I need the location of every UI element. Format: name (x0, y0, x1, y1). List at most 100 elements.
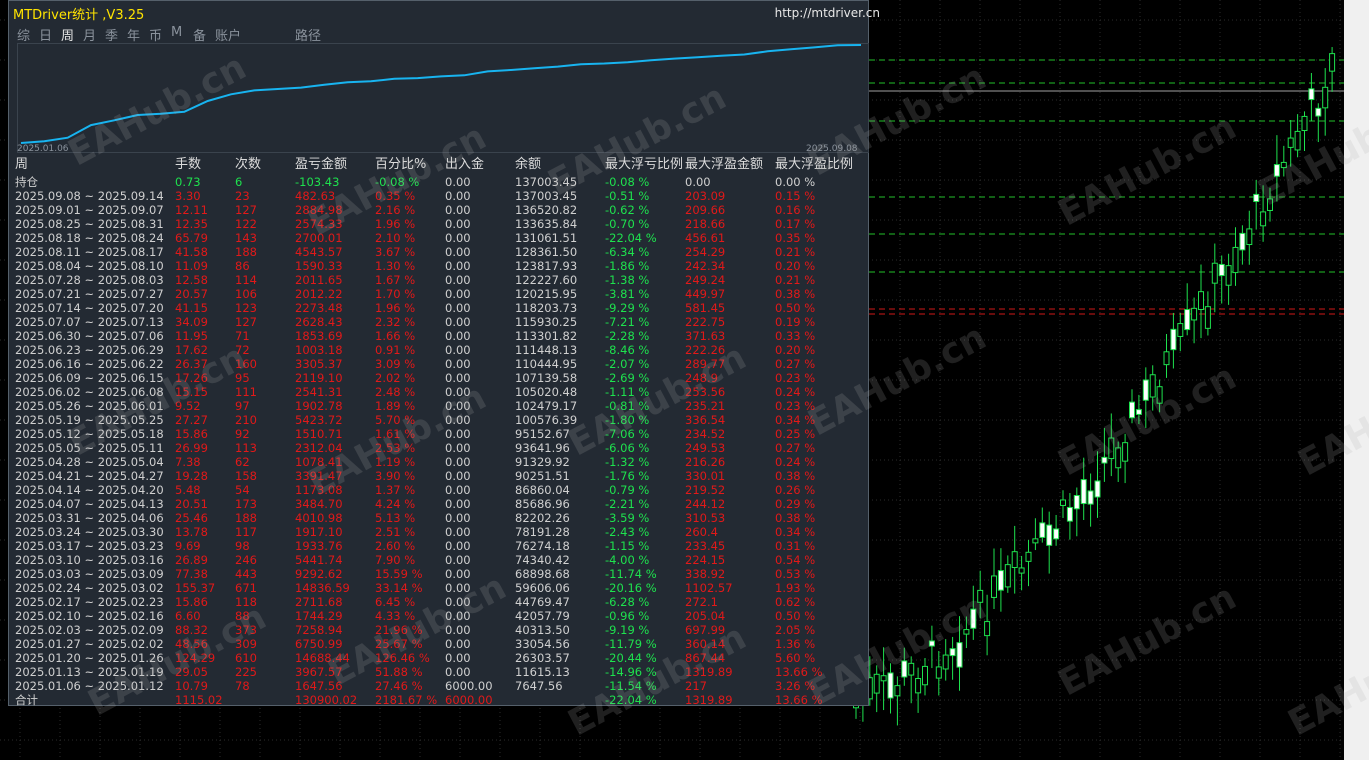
candle-body (1032, 538, 1039, 544)
table-cell: 0.23 % (775, 371, 816, 385)
candle-body (894, 685, 901, 697)
table-cell: 0.34 % (775, 413, 816, 427)
table-cell: 0.00 (445, 399, 471, 413)
table-cell: 249.53 (685, 441, 726, 455)
table-cell: 11615.13 (515, 665, 570, 679)
table-row: 2025.08.18 ~ 2025.08.24 65.79 143 2700.01 2.… (15, 231, 865, 245)
table-cell: 0.27 % (775, 357, 816, 371)
tab-10[interactable]: 路径 (295, 25, 321, 44)
candle-body (1135, 409, 1142, 415)
total-cell: 2181.67 % (375, 693, 438, 707)
table-cell: 222.75 (685, 315, 726, 329)
table-cell: 6000.00 (445, 679, 493, 693)
table-cell: 0.21 % (775, 245, 816, 259)
holding-cell: 6 (235, 175, 243, 189)
table-cell: 2025.06.23 ~ 2025.06.29 (15, 343, 164, 357)
table-cell: 2.51 % (375, 525, 416, 539)
table-cell: 1590.33 (295, 259, 343, 273)
tab-8[interactable]: 备 (193, 25, 206, 44)
candle-body (908, 662, 915, 676)
tab-7[interactable]: M (171, 25, 182, 40)
candle-body (1308, 88, 1315, 101)
candle-body (1108, 437, 1115, 460)
table-cell: 188 (235, 245, 257, 259)
table-cell: 29.05 (175, 665, 208, 679)
table-cell: 867.44 (685, 651, 726, 665)
total-row: 合计 1115.02 130900.02 2181.67 % 6000.00 -22.04… (15, 693, 865, 707)
holding-cell: -103.43 (295, 175, 340, 189)
tab-3[interactable]: 月 (83, 25, 96, 44)
table-cell: 0.00 (445, 203, 471, 217)
table-cell: 0.00 (445, 217, 471, 231)
table-cell: 88.32 (175, 623, 208, 637)
table-cell: 1510.71 (295, 427, 343, 441)
table-cell: 12.11 (175, 203, 208, 217)
table-row: 2025.06.09 ~ 2025.06.15 17.26 95 2119.10 2.0… (15, 371, 865, 385)
table-cell: 1744.29 (295, 609, 343, 623)
table-cell: -1.11 % (605, 385, 650, 399)
table-cell: 224.15 (685, 553, 726, 567)
table-cell: -20.44 % (605, 651, 657, 665)
table-cell: -9.29 % (605, 301, 650, 315)
tab-9[interactable]: 账户 (215, 25, 241, 44)
table-cell: -0.81 % (605, 399, 650, 413)
holding-cell: -0.08 % (605, 175, 650, 189)
table-cell: 85686.96 (515, 497, 570, 511)
tab-1[interactable]: 日 (39, 25, 52, 44)
table-cell: 7.38 (175, 455, 201, 469)
table-cell: 2025.07.14 ~ 2025.07.20 (15, 301, 164, 315)
table-cell: 1.96 % (375, 217, 416, 231)
table-cell: 0.00 (445, 469, 471, 483)
table-cell: 6750.99 (295, 637, 343, 651)
tab-0[interactable]: 综 (17, 25, 30, 44)
candle-body (1177, 323, 1184, 337)
table-cell: 235.21 (685, 399, 726, 413)
table-cell: 0.00 (445, 231, 471, 245)
table-cell: -3.81 % (605, 287, 650, 301)
candle-body (1273, 164, 1280, 177)
table-cell: 0.00 (445, 385, 471, 399)
table-row: 2025.06.02 ~ 2025.06.08 15.15 111 2541.31 2.… (15, 385, 865, 399)
table-row: 2025.03.31 ~ 2025.04.06 25.46 188 4010.98 5.… (15, 511, 865, 525)
column-header: 最大浮亏比例 (605, 157, 684, 172)
table-cell: 0.35 % (775, 231, 816, 245)
site-url-link[interactable]: http://mtdriver.cn (775, 6, 880, 20)
table-cell: 205.04 (685, 609, 726, 623)
table-cell: 0.00 (445, 427, 471, 441)
table-row: 2025.02.03 ~ 2025.02.09 88.32 373 7258.94 21… (15, 623, 865, 637)
table-cell: 1853.69 (295, 329, 343, 343)
table-cell: 3.67 % (375, 245, 416, 259)
table-cell: 7.90 % (375, 553, 416, 567)
tab-6[interactable]: 币 (149, 25, 162, 44)
table-cell: 2025.02.10 ~ 2025.02.16 (15, 609, 164, 623)
table-cell: 4.33 % (375, 609, 416, 623)
table-cell: 581.45 (685, 301, 726, 315)
table-row: 2025.01.13 ~ 2025.01.19 29.05 225 3967.57 51… (15, 665, 865, 679)
table-cell: 88 (235, 609, 250, 623)
table-cell: 82202.26 (515, 511, 570, 525)
table-cell: 128361.50 (515, 245, 578, 259)
table-cell: 2025.02.17 ~ 2025.02.23 (15, 595, 164, 609)
candle-body (1087, 490, 1094, 505)
table-cell: 27.27 (175, 413, 208, 427)
table-cell: 0.00 (445, 581, 471, 595)
table-cell: 2025.08.04 ~ 2025.08.10 (15, 259, 164, 273)
total-cell: 1319.89 (685, 693, 733, 707)
table-cell: 98 (235, 539, 250, 553)
table-cell: 68898.68 (515, 567, 570, 581)
table-cell: 17.26 (175, 371, 208, 385)
table-cell: 209.66 (685, 203, 726, 217)
tab-4[interactable]: 季 (105, 25, 118, 44)
table-cell: -2.69 % (605, 371, 650, 385)
tab-2[interactable]: 周 (61, 25, 74, 44)
tab-5[interactable]: 年 (127, 25, 140, 44)
table-cell: -6.34 % (605, 245, 650, 259)
table-row: 2025.02.10 ~ 2025.02.16 6.60 88 1744.29 4.33… (15, 609, 865, 623)
table-cell: 2628.43 (295, 315, 343, 329)
equity-curve-chart (17, 43, 869, 153)
table-cell: 1.30 % (375, 259, 416, 273)
table-cell: 336.54 (685, 413, 726, 427)
table-row: 2025.01.27 ~ 2025.02.02 48.56 309 6750.99 25… (15, 637, 865, 651)
table-cell: 0.00 (445, 343, 471, 357)
table-cell: 42057.79 (515, 609, 570, 623)
